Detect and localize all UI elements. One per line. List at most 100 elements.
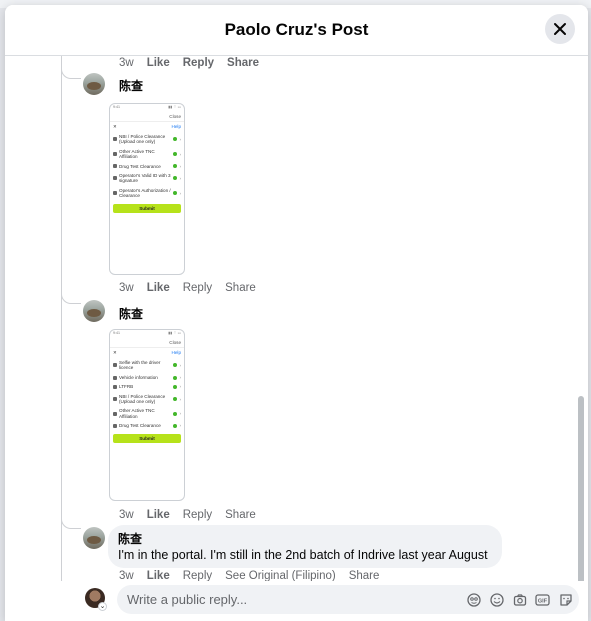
reply-link[interactable]: Reply [183,282,212,294]
comment-actions: 3w Like Reply Share [119,57,272,69]
check-dot-icon [173,384,178,389]
check-dot-icon [173,411,178,416]
phone-row: NBI / Police Clearance (Upload one only)… [110,392,184,407]
phone-row: LTFRB › [110,382,184,391]
dialog-header: Paolo Cruz's Post [5,5,588,56]
reply-input[interactable] [127,590,457,609]
status-time: 9:41 [113,331,120,335]
check-dot-icon [173,152,178,157]
close-button[interactable] [545,14,575,44]
commenter-name[interactable]: 陈查 [119,77,143,94]
chevron-right-icon: › [179,396,181,402]
status-icons: ▮▮ ⌔ ▭ [168,105,181,109]
phone-row-text: Drug Test Clearance [119,423,161,429]
phone-row-text: LTFRB [119,384,134,390]
reply-composer: ⌄ GIF [5,581,588,621]
phone-row: Operator's Authorization / Clearance › [110,186,184,201]
check-dot-icon [173,423,178,428]
phone-row-text: Other Active TNC Affiliation [119,148,155,160]
emoji-icon[interactable] [489,592,504,607]
share-link[interactable]: Share [227,57,259,69]
check-dot-icon [173,176,178,181]
reply-input-box[interactable]: GIF [117,585,579,614]
phone-row: Vehicle information › [110,373,184,382]
avatar-sticker-icon[interactable] [466,592,481,607]
commenter-name[interactable]: 陈查 [119,305,143,322]
phone-row: Operator's Valid ID with 3 signature › [110,171,184,186]
phone-row: Other Active TNC Affiliation › [110,147,184,162]
reply-icons: GIF [466,592,573,607]
status-icons: ▮▮ ⌔ ▭ [168,331,181,335]
post-dialog: Paolo Cruz's Post 3w Like Reply Share 陈查… [5,5,588,621]
avatar[interactable] [83,300,105,322]
doc-icon [113,137,117,142]
phone-submit: Submit [113,433,181,443]
comment-bubble: 陈查 I'm in the portal. I'm still in the 2… [108,525,502,568]
check-dot-icon [173,164,178,169]
chevron-right-icon: › [179,175,181,181]
svg-text:GIF: GIF [538,598,548,604]
comment-time[interactable]: 3w [119,282,134,294]
chevron-right-icon: › [179,151,181,157]
check-dot-icon [173,363,178,368]
like-link[interactable]: Like [147,57,170,69]
status-time: 9:41 [113,105,120,109]
phone-row-text: Other Active TNC Affiliation [119,408,155,419]
share-link[interactable]: Share [225,509,256,521]
phone-row-text: NBI / Police Clearance (Upload one only) [119,393,166,405]
comments-scroll-area: 3w Like Reply Share 陈查 9:41 ▮▮ ⌔ ▭ Close … [5,56,588,621]
x-label: ✕ [113,124,117,129]
comment-time[interactable]: 3w [119,509,134,521]
doc-icon [113,191,117,196]
phone-row-text: Selfie with the driver licence [119,360,161,371]
comment-actions: 3w Like Reply Share [119,282,269,294]
check-dot-icon [173,397,178,402]
check-dot-icon [173,191,178,196]
commenter-name[interactable]: 陈查 [118,530,492,547]
doc-icon [113,363,117,368]
doc-icon [113,164,117,169]
share-link[interactable]: Share [225,282,256,294]
doc-icon [113,176,117,181]
phone-row-text: Operator's Valid ID with 3 signature [119,173,171,184]
phone-row-text: Operator's Authorization / Clearance [119,187,171,199]
chevron-right-icon: › [179,384,181,390]
doc-icon [113,397,117,402]
comment-image[interactable]: 9:41 ▮▮ ⌔ ▭ Close ✕ Help Selfie with the d… [109,329,185,501]
check-dot-icon [173,375,178,380]
camera-icon[interactable] [512,592,527,607]
doc-icon [113,423,117,428]
comment-text: I'm in the portal. I'm still in the 2nd … [118,548,488,562]
comment-time[interactable]: 3w [119,57,134,69]
comment-image[interactable]: 9:41 ▮▮ ⌔ ▭ Close ✕ Help NBI / Police Clea… [109,103,185,275]
phone-status-bar: 9:41 ▮▮ ⌔ ▭ [110,330,184,338]
phone-status-bar: 9:41 ▮▮ ⌔ ▭ [110,104,184,112]
avatar[interactable] [83,527,105,549]
thread-connector [61,67,81,79]
sticker-icon[interactable] [558,592,573,607]
help-label: Help [171,350,181,355]
phone-x-help: ✕ Help [110,122,184,132]
like-link[interactable]: Like [147,509,170,521]
phone-row: Selfie with the driver licence › [110,358,184,373]
x-label: ✕ [113,350,117,355]
gif-icon[interactable]: GIF [535,592,550,607]
chevron-right-icon: › [179,375,181,381]
doc-icon [113,384,117,389]
phone-submit: Submit [113,203,181,213]
like-link[interactable]: Like [147,282,170,294]
reply-link[interactable]: Reply [183,57,214,69]
phone-close: Close [110,338,184,348]
phone-row: Other Active TNC Affiliation › [110,406,184,421]
avatar[interactable] [83,73,105,95]
chevron-down-icon[interactable]: ⌄ [98,602,107,611]
close-icon [554,23,566,35]
phone-x-help: ✕ Help [110,348,184,358]
chevron-right-icon: › [179,163,181,169]
reply-link[interactable]: Reply [183,509,212,521]
comment-actions: 3w Like Reply Share [119,509,269,521]
thread-connector [61,292,81,304]
chevron-right-icon: › [179,423,181,429]
doc-icon [113,152,117,157]
doc-icon [113,375,117,380]
